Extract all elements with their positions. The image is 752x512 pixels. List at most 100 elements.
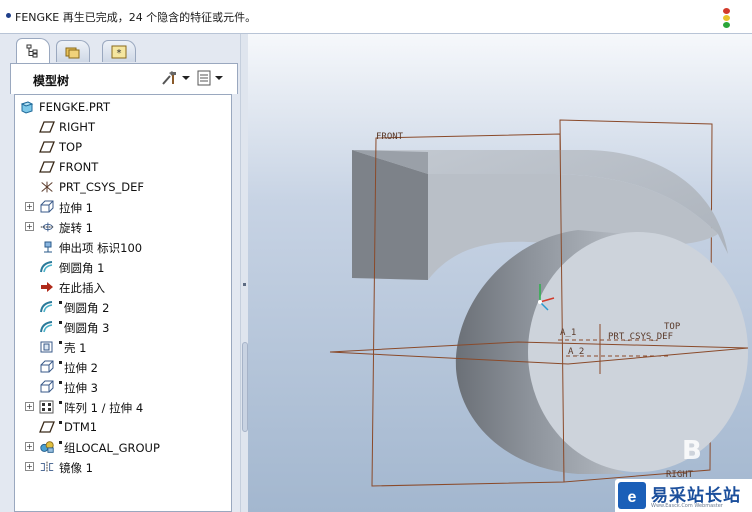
- mirror-icon: [39, 459, 55, 475]
- pattern-icon: [39, 399, 55, 415]
- tree-item-label: 阵列 1 / 拉伸 4: [64, 401, 144, 415]
- extrude-icon: [39, 359, 55, 375]
- round-icon: [39, 299, 55, 315]
- tree-item-label: RIGHT: [59, 120, 95, 134]
- top-datum-label: TOP: [664, 322, 681, 332]
- tree-item-label: 组LOCAL_GROUP: [64, 441, 160, 455]
- tree-item[interactable]: 倒圆角 1: [15, 257, 231, 277]
- axis-a1-label: A_1: [560, 328, 577, 338]
- datum-plane-icon: [39, 119, 55, 135]
- tree-expand-icon[interactable]: +: [25, 462, 34, 471]
- front-datum-label: FRONT: [376, 132, 404, 142]
- tree-item-label: 拉伸 2: [64, 361, 98, 375]
- settings-tools-icon: [162, 71, 176, 85]
- tree-item-label: 拉伸 3: [64, 381, 98, 395]
- tree-item[interactable]: PRT_CSYS_DEF: [15, 177, 231, 197]
- tree-item[interactable]: + 组LOCAL_GROUP: [15, 437, 231, 457]
- group-icon: [39, 439, 55, 455]
- datum-plane-icon: [39, 139, 55, 155]
- tree-item[interactable]: RIGHT: [15, 117, 231, 137]
- model-tree-tab-icon[interactable]: [16, 38, 50, 63]
- tree-item-label: FENGKE.PRT: [39, 100, 110, 114]
- round-icon: [39, 319, 55, 335]
- cylinder-end-face: [528, 232, 748, 472]
- hidden-marker-icon: [59, 321, 62, 324]
- round-icon: [39, 259, 55, 275]
- navigator-tabs: *: [10, 38, 240, 64]
- hidden-marker-icon: [59, 361, 62, 364]
- tree-item[interactable]: + 拉伸 1: [15, 197, 231, 217]
- tree-item[interactable]: + 镜像 1: [15, 457, 231, 477]
- tree-item[interactable]: 倒圆角 3: [15, 317, 231, 337]
- svg-text:*: *: [117, 48, 122, 59]
- message-bar: FENGKE 再生已完成，24 个隐含的特征或元件。: [0, 0, 752, 34]
- hidden-marker-icon: [59, 421, 62, 424]
- extrude-icon: [39, 199, 55, 215]
- revolve-icon: [39, 219, 55, 235]
- tree-item[interactable]: + 旋转 1: [15, 217, 231, 237]
- model-tree-title: 模型树: [33, 74, 70, 88]
- datum-plane-icon: [39, 159, 55, 175]
- tree-item[interactable]: 拉伸 3: [15, 377, 231, 397]
- tree-item-label: 拉伸 1: [59, 201, 93, 215]
- tree-item[interactable]: 在此插入: [15, 277, 231, 297]
- model-tree: FENGKE.PRT RIGHT TOP FRONT PRT_CSYS_DEF + 拉伸 1…: [14, 94, 232, 512]
- coordinate-system-icon: [39, 179, 55, 195]
- tree-item-label: TOP: [59, 140, 83, 154]
- shell-icon: [39, 339, 55, 355]
- tree-item-label: 倒圆角 1: [59, 261, 105, 275]
- tree-item[interactable]: DTM1: [15, 417, 231, 437]
- axis-a2-label: A_2: [568, 347, 585, 357]
- tree-item-label: 倒圆角 3: [64, 321, 110, 335]
- tree-expand-icon[interactable]: +: [25, 402, 34, 411]
- tree-item-label: FRONT: [59, 160, 99, 174]
- insert-here-arrow-icon: [39, 279, 55, 295]
- tree-item[interactable]: 伸出项 标识100: [15, 237, 231, 257]
- hidden-marker-icon: [59, 301, 62, 304]
- watermark-letter: B: [682, 436, 702, 466]
- hidden-marker-icon: [59, 341, 62, 344]
- tree-item[interactable]: 倒圆角 2: [15, 297, 231, 317]
- traffic-light-icon[interactable]: [721, 8, 731, 30]
- favorites-tab-icon[interactable]: *: [102, 40, 136, 62]
- tree-item[interactable]: + 阵列 1 / 拉伸 4: [15, 397, 231, 417]
- graphics-viewport[interactable]: FRONT TOP RIGHT PRT_CSYS_DEF A_1 A_2 B: [248, 34, 752, 512]
- csys-label: PRT_CSYS_DEF: [608, 332, 674, 342]
- tree-item-label: 旋转 1: [59, 221, 93, 235]
- hidden-marker-icon: [59, 381, 62, 384]
- tree-item-label: 在此插入: [59, 281, 105, 295]
- extrude-icon: [39, 379, 55, 395]
- navigator-panel: * 模型树 FENGKE.PRT RIGHT TOP FRONT PRT_CSYS_DE…: [0, 34, 240, 512]
- tree-expand-icon[interactable]: +: [25, 222, 34, 231]
- hidden-marker-icon: [59, 401, 62, 404]
- logo-e-icon: e: [618, 482, 646, 509]
- folder-browser-tab-icon[interactable]: [56, 40, 90, 62]
- datum-plane-icon: [39, 419, 55, 435]
- part-icon: [19, 99, 35, 115]
- logo-subtext: Www.Easck.Com Webmaster: [651, 503, 723, 509]
- tree-item[interactable]: TOP: [15, 137, 231, 157]
- status-message: FENGKE 再生已完成，24 个隐含的特征或元件。: [15, 11, 257, 24]
- message-bullet-icon: [6, 13, 11, 18]
- splitter-dot: [243, 283, 246, 286]
- panel-splitter[interactable]: [240, 34, 248, 512]
- site-logo: e 易采站长站 Www.Easck.Com Webmaster: [615, 479, 752, 512]
- tree-item-label: 壳 1: [64, 341, 87, 355]
- tree-expand-icon[interactable]: +: [25, 202, 34, 211]
- tree-item[interactable]: 壳 1: [15, 337, 231, 357]
- svg-text:e: e: [628, 489, 637, 506]
- tree-item[interactable]: 拉伸 2: [15, 357, 231, 377]
- show-list-button[interactable]: [196, 70, 223, 86]
- show-list-icon: [197, 70, 211, 86]
- tree-item-label: DTM1: [64, 420, 98, 434]
- model-geometry: [329, 119, 749, 487]
- tree-item-label: 伸出项 标识100: [59, 241, 143, 255]
- protrusion-icon: [39, 239, 55, 255]
- tree-item[interactable]: FRONT: [15, 157, 231, 177]
- tree-item-label: 倒圆角 2: [64, 301, 110, 315]
- tree-item[interactable]: FENGKE.PRT: [15, 97, 231, 117]
- tree-expand-icon[interactable]: +: [25, 442, 34, 451]
- settings-tools-button[interactable]: [161, 70, 190, 86]
- hidden-marker-icon: [59, 441, 62, 444]
- model-tree-header: 模型树: [10, 64, 238, 94]
